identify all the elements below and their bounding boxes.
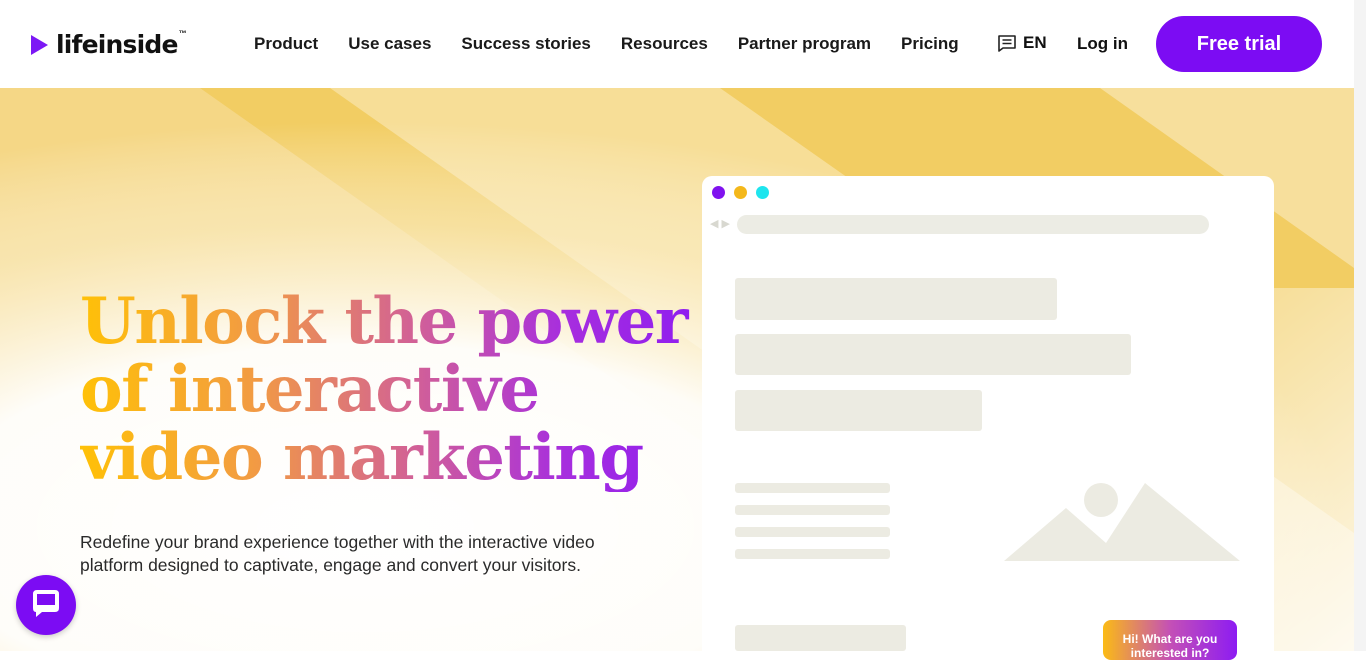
image-placeholder-icon bbox=[1004, 483, 1240, 561]
headline-line-1: Unlock the power bbox=[80, 284, 687, 359]
login-link[interactable]: Log in bbox=[1077, 34, 1128, 54]
window-dot-yellow bbox=[734, 186, 747, 199]
window-dot-cyan bbox=[756, 186, 769, 199]
headline-line-3: video marketing bbox=[80, 420, 643, 495]
placeholder-line bbox=[735, 549, 890, 559]
play-triangle-icon bbox=[31, 34, 48, 55]
back-forward-arrows-icon: ◀ ▶ bbox=[710, 218, 730, 230]
language-switcher[interactable]: EN bbox=[997, 33, 1047, 53]
placeholder-line bbox=[735, 505, 890, 515]
nav-item-use-cases[interactable]: Use cases bbox=[348, 34, 431, 54]
chat-preview-bubble: Hi! What are you interested in? bbox=[1103, 620, 1237, 660]
trademark-mark: ™ bbox=[178, 29, 187, 38]
window-dot-purple bbox=[712, 186, 725, 199]
nav-item-product[interactable]: Product bbox=[254, 34, 318, 54]
placeholder-line bbox=[735, 483, 890, 493]
hero-section: Unlock the power of interactive video ma… bbox=[0, 88, 1354, 651]
placeholder-block bbox=[735, 334, 1131, 375]
main-nav: Product Use cases Success stories Resour… bbox=[254, 34, 989, 54]
nav-item-success-stories[interactable]: Success stories bbox=[461, 34, 590, 54]
nav-item-pricing[interactable]: Pricing bbox=[901, 34, 959, 54]
brand-name: lifeinside bbox=[56, 30, 178, 59]
page-scrollbar[interactable] bbox=[1354, 0, 1366, 651]
headline-line-2: of interactive bbox=[80, 352, 539, 427]
subtitle-line-2: platform designed to captivate, engage a… bbox=[80, 555, 581, 575]
subtitle-line-1: Redefine your brand experience together … bbox=[80, 532, 595, 552]
nav-item-partner-program[interactable]: Partner program bbox=[738, 34, 871, 54]
chat-lines-icon bbox=[998, 34, 1016, 52]
site-header: lifeinside ™ Product Use cases Success s… bbox=[0, 0, 1354, 88]
nav-item-resources[interactable]: Resources bbox=[621, 34, 708, 54]
placeholder-block bbox=[735, 390, 982, 431]
chat-bubble-icon bbox=[33, 590, 59, 617]
placeholder-block bbox=[735, 625, 906, 651]
hero-subtitle: Redefine your brand experience together … bbox=[80, 531, 680, 577]
chat-widget-button[interactable] bbox=[16, 575, 76, 635]
free-trial-button[interactable]: Free trial bbox=[1156, 16, 1322, 72]
hero-headline: Unlock the power of interactive video ma… bbox=[80, 288, 700, 492]
placeholder-block bbox=[735, 278, 1057, 320]
browser-mockup: ◀ ▶ bbox=[702, 176, 1274, 651]
language-label: EN bbox=[1023, 33, 1047, 52]
placeholder-line bbox=[735, 527, 890, 537]
brand-logo[interactable]: lifeinside ™ bbox=[31, 29, 187, 59]
address-bar-placeholder bbox=[737, 215, 1209, 234]
